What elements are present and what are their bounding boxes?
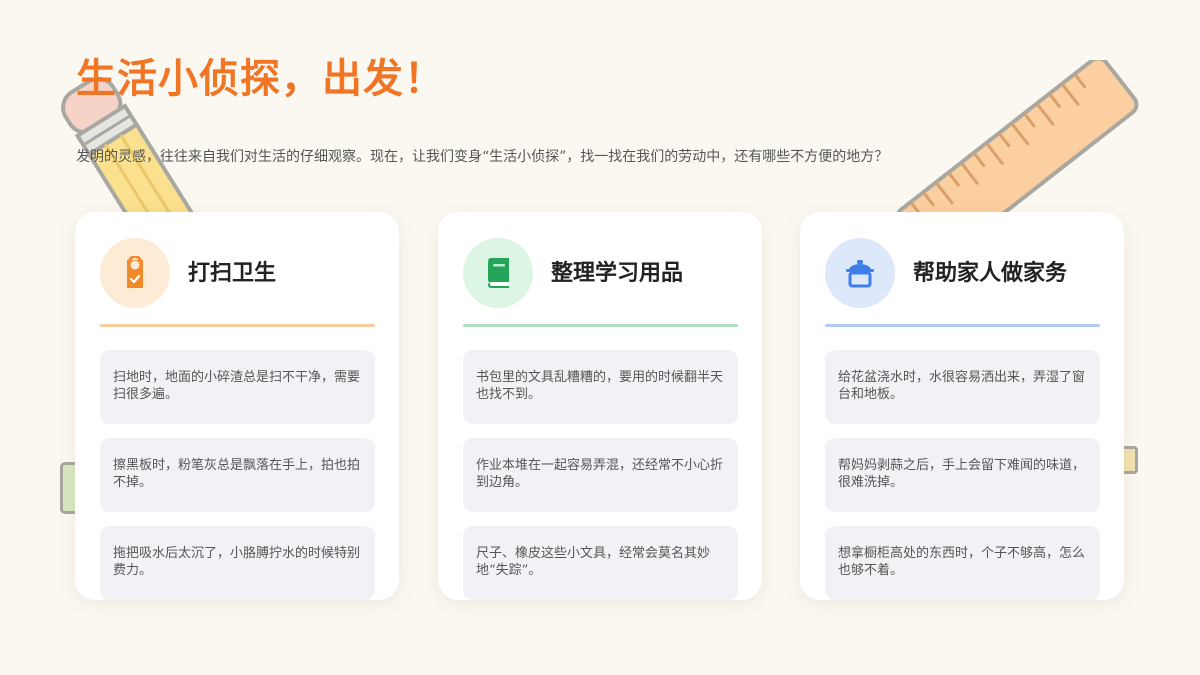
card-cleaning: 打扫卫生 扫地时，地面的小碎渣总是扫不干净，需要扫很多遍。 擦黑板时，粉笔灰总是… (75, 212, 399, 600)
divider (463, 324, 738, 327)
list-item: 帮妈妈剥蒜之后，手上会留下难闻的味道，很难洗掉。 (825, 438, 1100, 512)
list-item: 作业本堆在一起容易弄混，还经常不小心折到边角。 (463, 438, 738, 512)
card-housework: 帮助家人做家务 给花盆浇水时，水很容易洒出来，弄湿了窗台和地板。 帮妈妈剥蒜之后… (800, 212, 1124, 600)
list-item: 擦黑板时，粉笔灰总是飘落在手上，拍也拍不掉。 (100, 438, 375, 512)
card-title: 整理学习用品 (551, 260, 684, 286)
divider (825, 324, 1100, 327)
list-item: 尺子、橡皮这些小文具，经常会莫名其妙地“失踪”。 (463, 526, 738, 600)
card-header: 整理学习用品 (463, 238, 738, 308)
card-title: 打扫卫生 (188, 260, 277, 286)
card-study-supplies: 整理学习用品 书包里的文具乱糟糟的，要用的时候翻半天也找不到。 作业本堆在一起容… (438, 212, 762, 600)
list-item: 扫地时，地面的小碎渣总是扫不干净，需要扫很多遍。 (100, 350, 375, 424)
door-hanger-icon (100, 238, 170, 308)
card-header: 打扫卫生 (100, 238, 375, 308)
divider (100, 324, 375, 327)
list-item: 拖把吸水后太沉了，小胳膊拧水的时候特别费力。 (100, 526, 375, 600)
list-item: 想拿橱柜高处的东西时，个子不够高，怎么也够不着。 (825, 526, 1100, 600)
list-item: 给花盆浇水时，水很容易洒出来，弄湿了窗台和地板。 (825, 350, 1100, 424)
book-icon (463, 238, 533, 308)
card-title: 帮助家人做家务 (913, 260, 1068, 286)
card-header: 帮助家人做家务 (825, 238, 1100, 308)
page-title: 生活小侦探，出发！ (76, 55, 445, 102)
list-item: 书包里的文具乱糟糟的，要用的时候翻半天也找不到。 (463, 350, 738, 424)
page-subtitle: 发明的灵感，往往来自我们对生活的仔细观察。现在，让我们变身“生活小侦探”，找一找… (76, 149, 889, 165)
cooking-pot-icon (825, 238, 895, 308)
